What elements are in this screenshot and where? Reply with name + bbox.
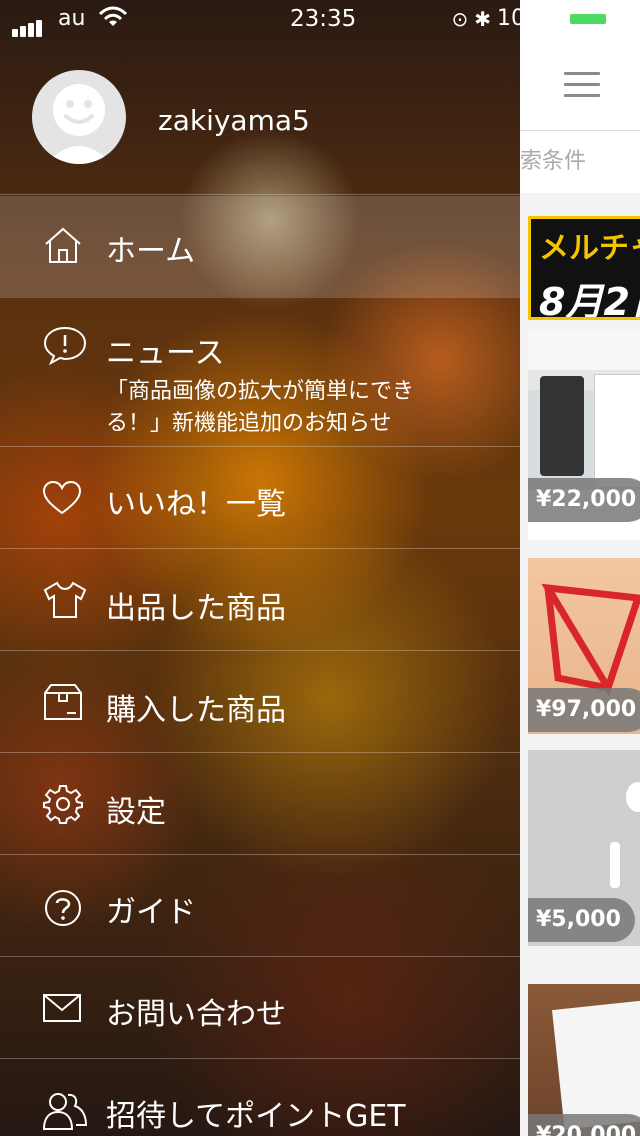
menu-label: いいね！一覧 xyxy=(106,487,286,522)
help-icon xyxy=(45,890,81,926)
status-right: ⊙ ✱ 100% ⚡ xyxy=(452,6,630,31)
promo-banner[interactable]: メルチャ 8月2日 xyxy=(528,216,640,320)
menu-label: 招待してポイントGET xyxy=(106,1099,406,1134)
item-price: ¥22,000 xyxy=(528,478,640,522)
item-card[interactable]: ¥97,000 xyxy=(528,558,640,734)
menu-label: ニュース xyxy=(106,336,225,371)
mail-icon xyxy=(43,994,81,1022)
battery-percent: 100% xyxy=(497,6,560,31)
item-card[interactable]: ¥20,000 xyxy=(528,984,640,1136)
menu-item-settings[interactable]: 設定 xyxy=(0,753,520,855)
menu-label: ホーム xyxy=(106,234,196,269)
gear-icon xyxy=(43,785,83,824)
carrier-name: au xyxy=(58,6,86,31)
box-icon xyxy=(44,684,82,720)
banner-title: メルチャ xyxy=(539,231,640,266)
tshirt-icon xyxy=(43,581,87,618)
item-card[interactable]: ¥22,000 xyxy=(528,330,640,540)
clock: 23:35 xyxy=(290,6,357,32)
banner-date: 8月2日 xyxy=(539,280,640,320)
menu-item-invite[interactable]: 招待してポイントGET xyxy=(0,1059,520,1136)
search-conditions-label[interactable]: 索条件 xyxy=(520,131,640,193)
news-subtitle[interactable]: 「商品画像の拡大が簡単にできる！」新機能追加のお知らせ xyxy=(106,376,466,440)
menu-label: お問い合わせ xyxy=(106,997,286,1032)
default-avatar-icon[interactable] xyxy=(32,70,126,164)
item-price: ¥97,000 xyxy=(528,688,640,732)
menu-item-guide[interactable]: ガイド xyxy=(0,855,520,957)
side-drawer: zakiyama5 ホーム ニュース 「商品画像の拡大が簡単にできる！」新機能追… xyxy=(0,0,520,1136)
rotation-lock-icon: ⊙ xyxy=(451,6,469,31)
username: zakiyama5 xyxy=(158,104,310,137)
wifi-icon xyxy=(98,6,128,34)
menu-label: 購入した商品 xyxy=(106,693,286,728)
battery-fill xyxy=(569,13,606,24)
menu-item-listed[interactable]: 出品した商品 xyxy=(0,549,520,651)
battery-icon xyxy=(565,9,614,28)
menu-item-contact[interactable]: お問い合わせ xyxy=(0,957,520,1059)
bluetooth-icon: ✱ xyxy=(474,6,492,31)
home-icon xyxy=(45,227,81,263)
menu-label: 設定 xyxy=(106,795,166,830)
item-card[interactable]: ¥5,000 xyxy=(528,750,640,946)
profile-header[interactable]: zakiyama5 xyxy=(0,60,520,194)
menu-item-home[interactable]: ホーム xyxy=(0,196,520,298)
menu-item-likes[interactable]: いいね！一覧 xyxy=(0,447,520,549)
heart-icon xyxy=(42,480,82,515)
menu-label: ガイド xyxy=(106,895,196,930)
users-icon xyxy=(42,1093,88,1130)
hamburger-menu-icon[interactable] xyxy=(564,72,600,98)
menu-item-purchased[interactable]: 購入した商品 xyxy=(0,651,520,753)
background-app: 索条件 メルチャ 8月2日 ¥22,000 ¥97,000 ¥5,000 ¥20… xyxy=(520,0,640,1136)
news-bubble-icon xyxy=(43,326,87,366)
signal-icon xyxy=(12,12,44,37)
status-bar: au 23:35 ⊙ ✱ 100% ⚡ xyxy=(0,0,640,40)
menu-label: 出品した商品 xyxy=(106,591,286,626)
item-price: ¥20,000 xyxy=(528,1114,640,1136)
charging-icon: ⚡ xyxy=(615,6,630,31)
divider xyxy=(0,194,520,195)
item-price: ¥5,000 xyxy=(528,898,635,942)
